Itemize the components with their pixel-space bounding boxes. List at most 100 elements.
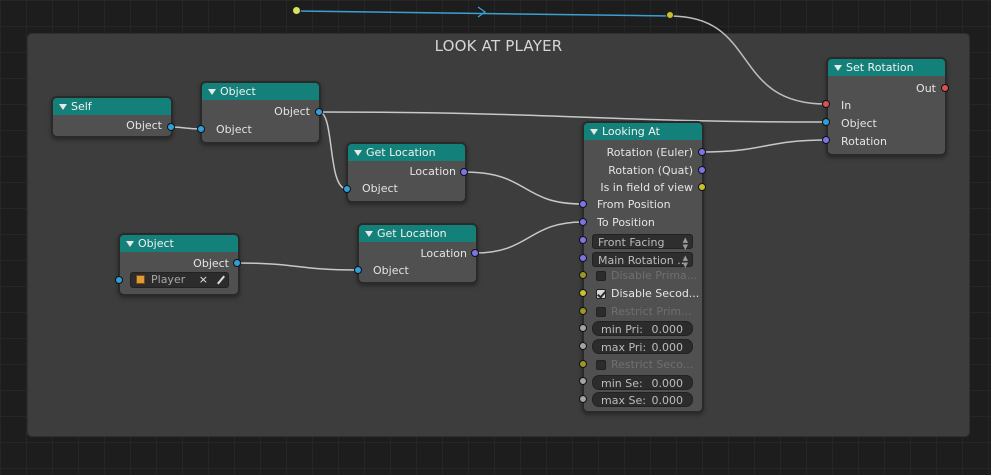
field-value: 0.000 [651,377,684,390]
input-label: Object [216,123,252,136]
collapse-icon[interactable] [354,150,362,156]
front-facing-dropdown[interactable]: Front Facing ▲ ▼ [592,234,693,251]
output-label: Object [126,119,162,132]
node-get-location-a[interactable]: Get Location Location Object [346,142,467,203]
socket-max-secondary-in[interactable] [579,395,587,403]
max-primary-field[interactable]: max Pri: 0.000 [592,339,693,354]
node-header[interactable]: Set Rotation [828,59,945,76]
min-primary-field[interactable]: min Pri: 0.000 [592,321,693,336]
output-label: Is in field of view [600,181,693,194]
field-value: 0.000 [651,323,684,336]
node-header[interactable]: Looking At [584,123,702,140]
socket-set-rotation-out[interactable] [941,84,949,92]
socket-set-rotation-rotation-in[interactable] [822,136,830,144]
socket-from-position-in[interactable] [579,200,587,208]
input-label: Object [373,264,409,277]
dropdown-arrows-icon: ▲ ▼ [682,254,688,269]
input-label: In [841,99,852,112]
socket-front-facing-in[interactable] [579,236,587,244]
node-get-location-b[interactable]: Get Location Location Object [357,223,478,284]
reroute-mid[interactable] [666,11,674,19]
output-label: Object [274,105,310,118]
checkbox-label: Restrict Prim... [611,305,692,318]
checkbox-label: Disable Secod... [611,287,700,300]
node-title: Looking At [602,125,660,138]
node-looking-at[interactable]: Looking At Rotation (Euler) Rotation (Qu… [582,121,704,413]
frame-title: LOOK AT PLAYER [434,37,563,55]
socket-get-location-a-out[interactable] [460,168,468,176]
checkbox-label: Disable Prima... [611,269,698,282]
checkbox-box[interactable] [596,271,606,281]
collapse-icon[interactable] [834,65,842,71]
object-field[interactable]: Player × [130,272,229,288]
socket-get-location-b-in[interactable] [354,266,362,274]
link-arrow-icon [477,6,487,18]
dropdown-value: Main Rotation ... [598,254,688,267]
socket-object-a-out[interactable] [315,108,323,116]
field-label: max Pri: [601,341,647,354]
collapse-icon[interactable] [59,104,67,110]
close-icon[interactable]: × [199,273,208,287]
socket-set-rotation-object-in[interactable] [822,118,830,126]
link-logic-top [296,10,671,17]
eyedropper-icon[interactable] [217,275,225,285]
collapse-icon[interactable] [208,89,216,95]
field-value: 0.000 [651,341,684,354]
node-title: Get Location [366,146,436,159]
socket-object-a-in[interactable] [197,125,205,133]
socket-in-field-of-view-out[interactable] [698,183,706,191]
node-editor-canvas[interactable]: LOOK AT PLAYER Self Object Object Object… [0,0,991,475]
node-header[interactable]: Object [120,235,238,252]
socket-object-b-in[interactable] [115,276,123,284]
socket-get-location-b-out[interactable] [471,249,479,257]
node-header[interactable]: Get Location [359,225,476,242]
output-label: Rotation (Euler) [606,146,693,159]
socket-disable-secondary-in[interactable] [579,289,587,297]
socket-min-secondary-in[interactable] [579,377,587,385]
socket-disable-primary-in[interactable] [579,271,587,279]
socket-to-position-in[interactable] [579,218,587,226]
dropdown-arrows-icon: ▲ ▼ [682,236,688,251]
socket-min-primary-in[interactable] [579,324,587,332]
node-self[interactable]: Self Object [51,96,173,138]
node-header[interactable]: Object [202,83,319,100]
field-value: 0.000 [651,394,684,407]
input-label: From Position [597,198,671,211]
checkbox-box[interactable] [596,360,606,370]
min-secondary-field[interactable]: min Se: 0.000 [592,375,693,390]
socket-restrict-primary-in[interactable] [579,307,587,315]
field-label: max Se: [601,394,646,407]
collapse-icon[interactable] [126,241,134,247]
node-header[interactable]: Get Location [348,144,465,161]
output-label: Location [409,165,456,178]
socket-self-object-out[interactable] [167,123,175,131]
socket-get-location-a-in[interactable] [343,185,351,193]
object-field-value: Player [151,273,186,286]
node-object-a[interactable]: Object Object Object [200,81,321,144]
output-label: Rotation (Quat) [608,164,693,177]
checkbox-box[interactable] [596,289,606,299]
cube-icon [136,275,145,284]
node-object-b[interactable]: Object Object Player × [118,233,240,296]
socket-set-rotation-in[interactable] [822,100,830,108]
checkbox-box[interactable] [596,307,606,317]
node-title: Set Rotation [846,61,914,74]
socket-rotation-quat-out[interactable] [698,166,706,174]
socket-max-primary-in[interactable] [579,342,587,350]
max-secondary-field[interactable]: max Se: 0.000 [592,392,693,407]
input-label: Object [362,182,398,195]
socket-object-b-out[interactable] [233,259,241,267]
node-title: Get Location [377,227,447,240]
output-label: Out [916,82,936,95]
main-rotation-dropdown[interactable]: Main Rotation ... ▲ ▼ [592,252,693,269]
socket-main-rotation-in[interactable] [579,254,587,262]
socket-rotation-euler-out[interactable] [698,148,706,156]
collapse-icon[interactable] [590,129,598,135]
node-header[interactable]: Self [53,98,171,115]
node-set-rotation[interactable]: Set Rotation Out In Object Rotation [826,57,947,156]
reroute-start[interactable] [292,6,301,15]
socket-restrict-secondary-in[interactable] [579,360,587,368]
output-label: Location [420,247,467,260]
collapse-icon[interactable] [365,231,373,237]
input-label: Rotation [841,135,888,148]
